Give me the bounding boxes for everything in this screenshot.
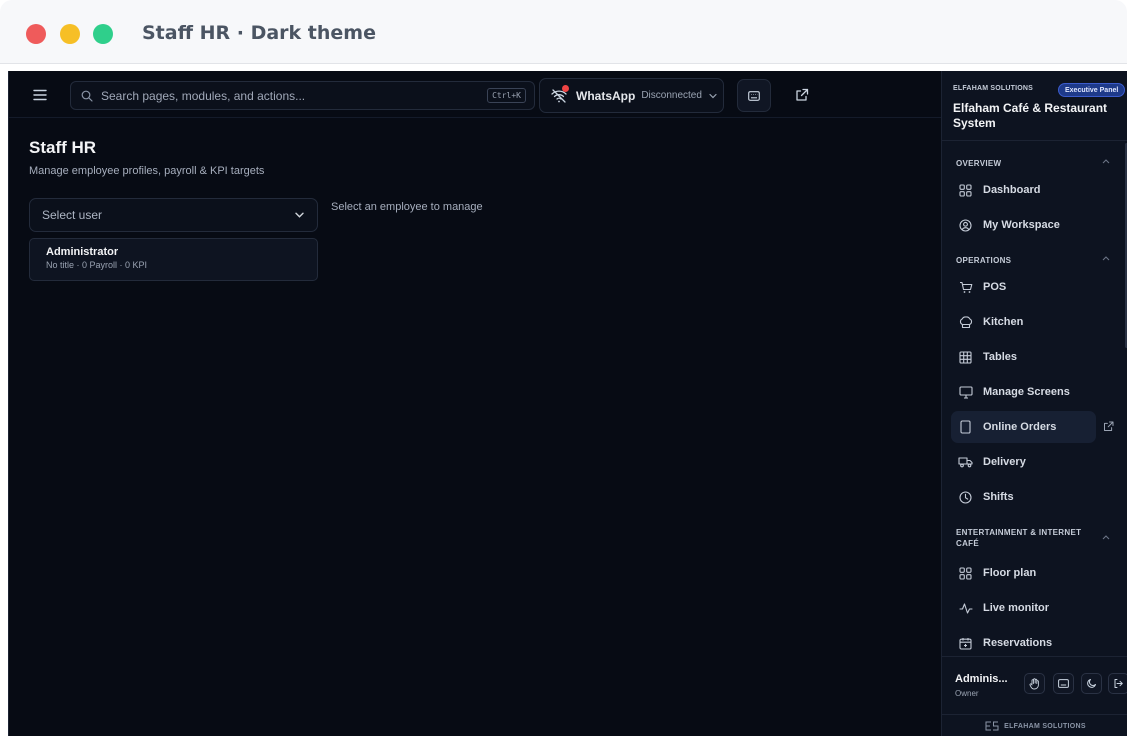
sidebar-item-label: Delivery: [983, 456, 1026, 468]
sidebar-footer: Adminis... Owner ELFAHAM SOLUTIONS: [942, 656, 1127, 736]
page-subtitle: Manage employee profiles, payroll & KPI …: [29, 165, 265, 177]
wifi-off-icon: [551, 84, 569, 104]
user-role: Owner: [955, 689, 979, 698]
sidebar-item-tables[interactable]: Tables: [951, 341, 1096, 373]
section-overview: OVERVIEW: [956, 159, 1002, 168]
logout-icon: [1114, 679, 1123, 688]
sidebar-item-online-orders[interactable]: Online Orders: [951, 411, 1096, 443]
hand-icon: [1029, 677, 1039, 689]
monitor-icon: [958, 385, 973, 400]
sidebar-item-label: Shifts: [983, 491, 1014, 503]
calendar-icon: [958, 636, 973, 651]
sidebar-item-label: Tables: [983, 351, 1018, 363]
employee-card[interactable]: Administrator No title · 0 Payroll · 0 K…: [29, 238, 318, 281]
sidebar-item-label: Online Orders: [983, 421, 1057, 433]
sidebar-item-manage-screens[interactable]: Manage Screens: [951, 376, 1096, 408]
sidebar-item-label: Dashboard: [983, 184, 1041, 196]
grid-icon: [958, 350, 973, 365]
logout-button[interactable]: [1108, 673, 1127, 694]
dashboard-icon: [958, 183, 973, 198]
app-frame: Ctrl+K WhatsApp Disconnected Staff HR Ma…: [8, 71, 1127, 736]
footer-brand-label: ELFAHAM SOLUTIONS: [1004, 722, 1086, 730]
sidebar-item-live-monitor[interactable]: Live monitor: [951, 592, 1096, 624]
external-link-icon: [796, 88, 809, 101]
user-circle-icon: [958, 218, 973, 233]
search-bar[interactable]: Ctrl+K: [70, 81, 535, 110]
company-name: ELFAHAM SOLUTIONS: [953, 85, 1034, 92]
sidebar-item-label: Live monitor: [983, 602, 1050, 614]
moon-icon: [1087, 679, 1096, 688]
status-dot: [562, 84, 569, 92]
hamburger-icon: [33, 89, 47, 101]
chevron-up-icon[interactable]: [1102, 256, 1110, 261]
theme-toggle-button[interactable]: [1081, 673, 1102, 694]
keyboard-icon: [1058, 679, 1069, 688]
sidebar-item-my-workspace[interactable]: My Workspace: [951, 209, 1096, 241]
chevron-down-icon: [709, 93, 719, 99]
empty-state-hint: Select an employee to manage: [331, 201, 483, 213]
open-external-button[interactable]: [792, 85, 812, 105]
sidebar-item-kitchen[interactable]: Kitchen: [951, 306, 1096, 338]
search-shortcut-badge: Ctrl+K: [487, 88, 526, 103]
section-operations: OPERATIONS: [956, 256, 1012, 265]
whatsapp-label: WhatsApp: [576, 88, 636, 103]
sidebar-item-label: Manage Screens: [983, 386, 1070, 398]
keyboard-toggle-button[interactable]: [1053, 673, 1074, 694]
brand-logo-icon: [985, 721, 999, 731]
chevron-up-icon[interactable]: [1102, 535, 1110, 540]
maximize-window-button[interactable]: [93, 24, 113, 44]
sidebar-item-floor-plan[interactable]: Floor plan: [951, 557, 1096, 589]
chevron-up-icon[interactable]: [1102, 159, 1110, 164]
whatsapp-status-button[interactable]: WhatsApp Disconnected: [539, 78, 724, 113]
sidebar-item-shifts[interactable]: Shifts: [951, 481, 1096, 513]
chevron-down-icon: [295, 212, 305, 218]
sidebar-nav[interactable]: OVERVIEW Dashboard My Workspace OPERATIO…: [942, 141, 1127, 656]
truck-icon: [958, 455, 973, 470]
user-name: Adminis...: [955, 673, 1008, 685]
tablet-icon: [958, 420, 973, 435]
select-user-label: Select user: [42, 208, 103, 222]
layout-icon: [958, 566, 973, 581]
sidebar: ELFAHAM SOLUTIONS Executive Panel Elfaha…: [941, 71, 1127, 736]
footer-brand: ELFAHAM SOLUTIONS: [942, 714, 1127, 736]
sidebar-item-reservations[interactable]: Reservations: [951, 627, 1096, 656]
page-title: Staff HR: [29, 138, 97, 157]
window-title: Staff HR · Dark theme: [142, 22, 376, 44]
sidebar-item-delivery[interactable]: Delivery: [951, 446, 1096, 478]
keyboard-button[interactable]: [737, 79, 771, 112]
search-icon: [81, 89, 95, 103]
activity-icon: [958, 601, 973, 616]
sidebar-item-dashboard[interactable]: Dashboard: [951, 174, 1096, 206]
keyboard-icon: [748, 90, 760, 101]
employee-meta: No title · 0 Payroll · 0 KPI: [46, 260, 148, 270]
whatsapp-status: Disconnected: [641, 90, 702, 101]
top-bar: Ctrl+K WhatsApp Disconnected: [9, 71, 941, 118]
sidebar-item-label: Kitchen: [983, 316, 1024, 328]
sidebar-item-label: POS: [983, 281, 1007, 293]
employee-name: Administrator: [46, 246, 119, 258]
system-name: Elfaham Café & Restaurant System: [953, 101, 1108, 130]
external-link-icon[interactable]: [1103, 421, 1114, 432]
sidebar-item-label: Reservations: [983, 637, 1053, 649]
break-button[interactable]: [1024, 673, 1045, 694]
executive-panel-badge: Executive Panel: [1058, 83, 1126, 97]
section-entertainment: ENTERTAINMENT & INTERNET CAFÉ: [956, 528, 1082, 548]
sidebar-item-label: My Workspace: [983, 219, 1060, 231]
minimize-window-button[interactable]: [60, 24, 80, 44]
clock-icon: [958, 490, 973, 505]
cart-icon: [958, 280, 973, 295]
menu-toggle-button[interactable]: [29, 85, 51, 105]
sidebar-header: ELFAHAM SOLUTIONS Executive Panel Elfaha…: [942, 71, 1127, 141]
sidebar-item-label: Floor plan: [983, 567, 1037, 579]
window-titlebar: Staff HR · Dark theme: [0, 0, 1127, 64]
chef-hat-icon: [958, 315, 973, 330]
search-input[interactable]: [101, 88, 488, 103]
select-user-dropdown[interactable]: Select user: [29, 198, 318, 232]
close-window-button[interactable]: [26, 24, 46, 44]
sidebar-item-pos[interactable]: POS: [951, 271, 1096, 303]
